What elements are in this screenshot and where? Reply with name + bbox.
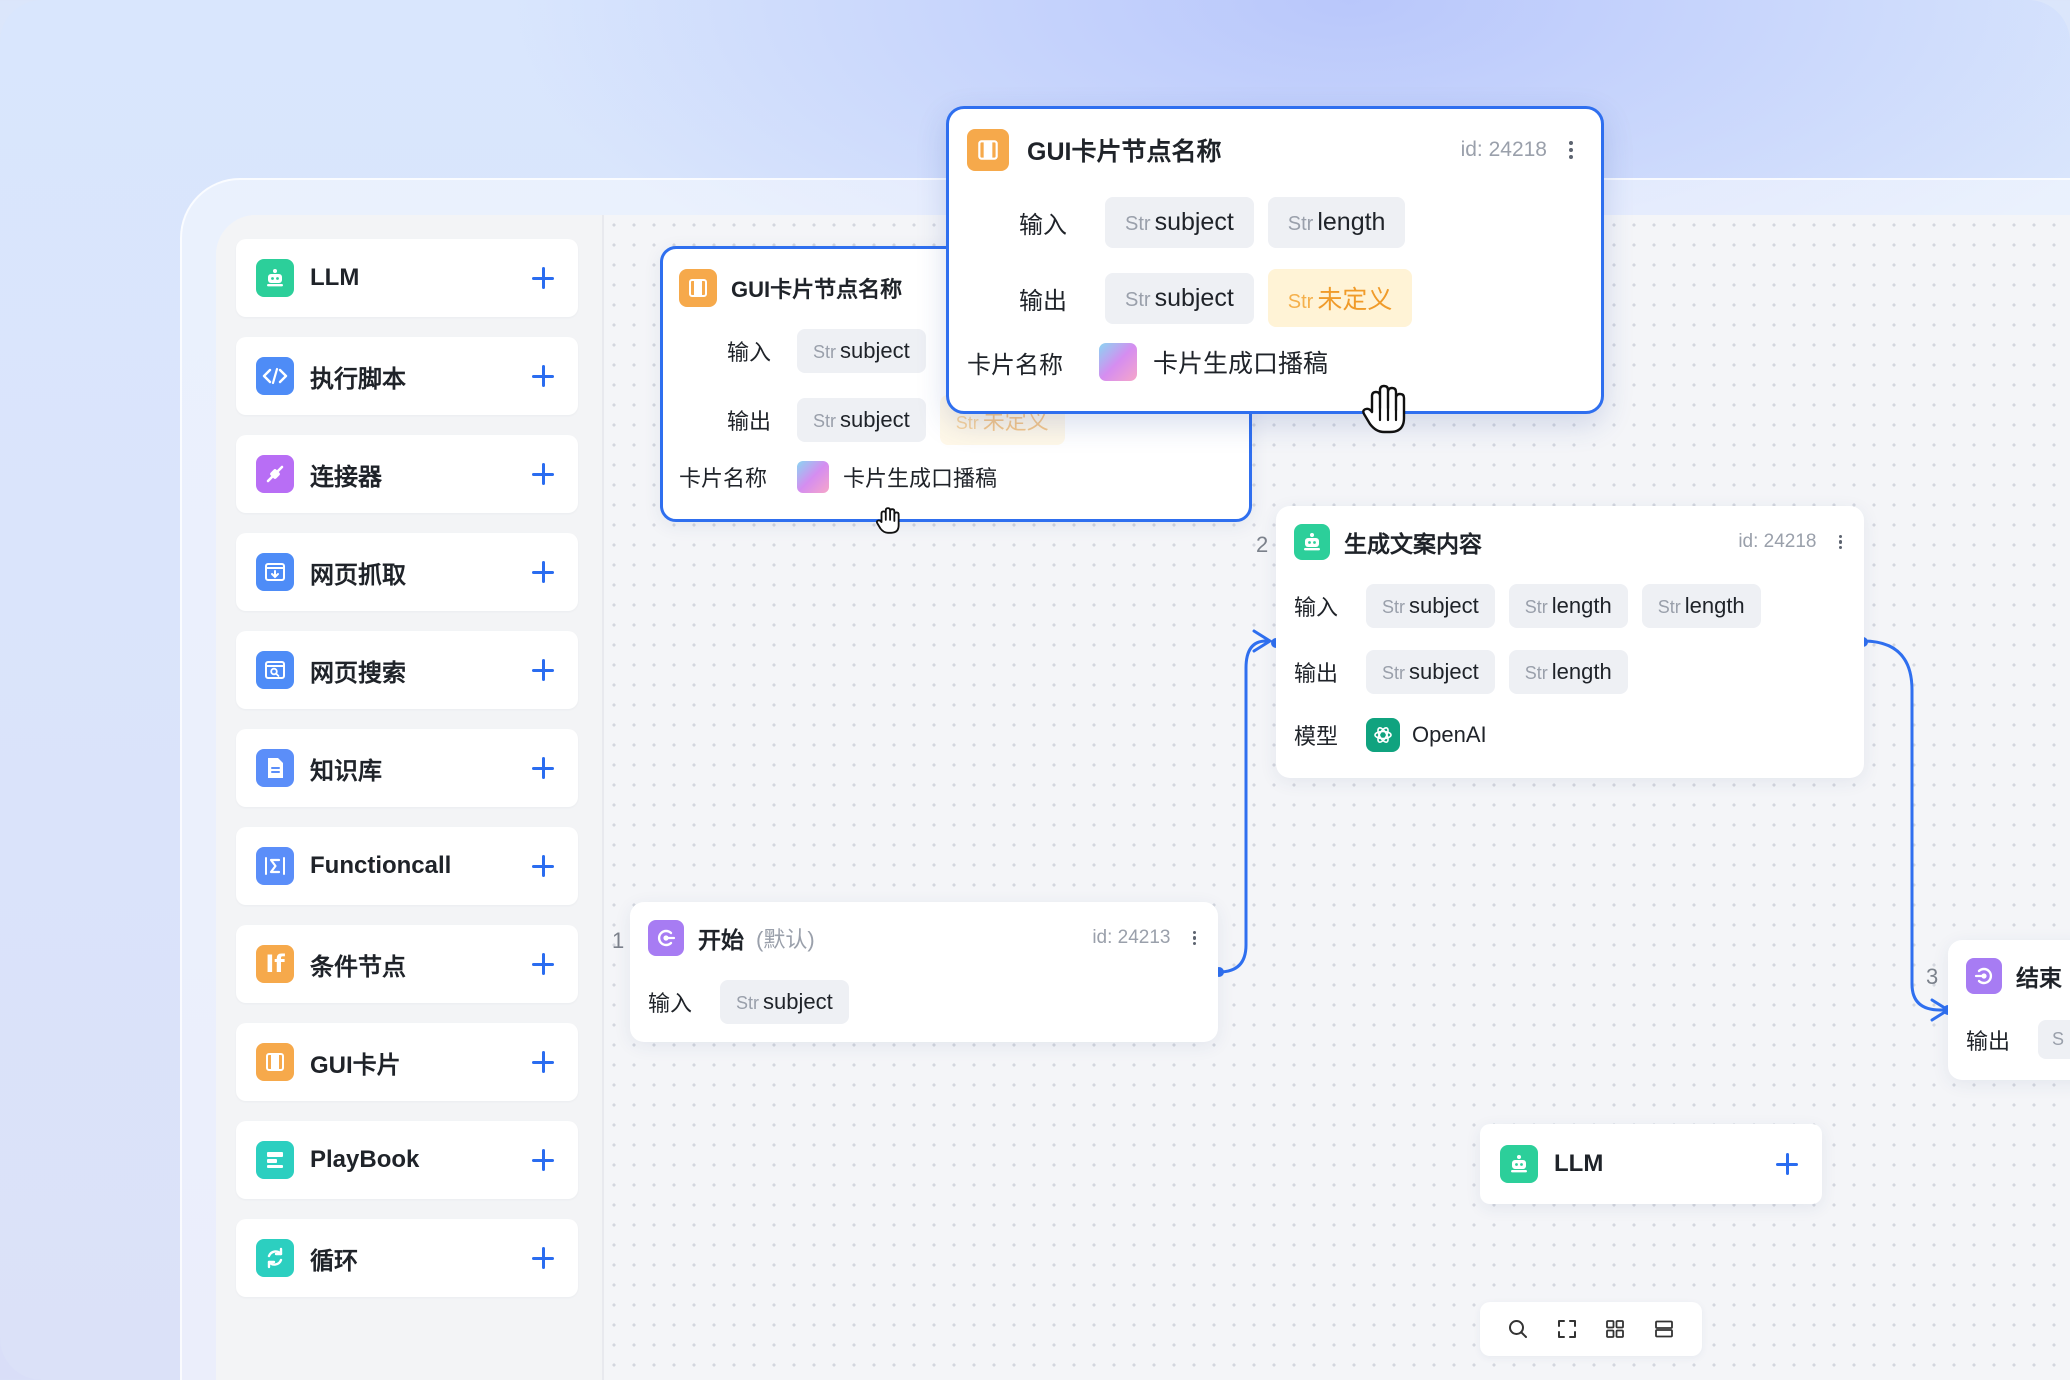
robot-icon xyxy=(1294,524,1330,560)
output-tag-undefined[interactable]: Str 未定义 xyxy=(1267,269,1413,327)
list-layout-icon[interactable] xyxy=(1651,1316,1677,1342)
input-tag[interactable]: Str length xyxy=(1508,584,1628,628)
output-label: 输出 xyxy=(1294,661,1339,686)
input-tag[interactable]: Str subject xyxy=(797,329,926,373)
node-subtitle: (默认) xyxy=(756,927,815,952)
model-value: OpenAI xyxy=(1412,722,1487,747)
more-options-icon[interactable] xyxy=(1192,930,1196,946)
card-thumbnail-icon xyxy=(797,461,829,493)
input-label: 输入 xyxy=(1019,212,1067,239)
input-label: 输入 xyxy=(648,991,693,1016)
grid-layout-icon[interactable] xyxy=(1602,1316,1628,1342)
card-name-value: 卡片生成口播稿 xyxy=(843,466,998,491)
add-icon[interactable] xyxy=(1774,1151,1800,1177)
model-label: 模型 xyxy=(1294,724,1339,749)
step-number: 3 xyxy=(1926,964,1939,989)
end-icon xyxy=(1966,958,2002,994)
gui-card-node[interactable]: GUI卡片节点名称 id: 24218 输入 Str subject Str len… xyxy=(946,106,1604,414)
node-id: id: 24218 xyxy=(1460,138,1547,161)
node-title: GUI卡片节点名称 xyxy=(731,277,903,302)
output-label: 输出 xyxy=(727,409,772,434)
start-icon xyxy=(648,920,684,956)
node-title: 结束 xyxy=(2016,965,2062,991)
output-tag[interactable]: Str subject xyxy=(797,398,926,442)
input-tag[interactable]: Str subject xyxy=(1105,197,1254,248)
input-tag[interactable]: Str subject xyxy=(1366,584,1495,628)
end-node[interactable]: 结束 输出 S xyxy=(1948,940,2070,1080)
node-title: GUI卡片节点名称 xyxy=(1027,138,1222,166)
node-label: LLM xyxy=(1554,1150,1604,1177)
more-options-icon[interactable] xyxy=(1569,141,1573,159)
search-icon[interactable] xyxy=(1505,1316,1531,1342)
output-label: 输出 xyxy=(1966,1028,2011,1054)
input-label: 输入 xyxy=(727,340,772,365)
output-label: 输出 xyxy=(1019,287,1067,315)
step-number: 1 xyxy=(612,928,625,953)
input-tag[interactable]: Str length xyxy=(1267,197,1406,248)
card-icon xyxy=(679,269,717,307)
fullscreen-icon[interactable] xyxy=(1554,1316,1580,1342)
card-icon xyxy=(967,129,1009,171)
start-node[interactable]: 开始 (默认) id: 24213 输入 Str subject xyxy=(630,902,1218,1042)
output-tag[interactable]: Str subject xyxy=(1366,650,1495,694)
card-name-label: 卡片名称 xyxy=(967,351,1063,379)
more-options-icon[interactable] xyxy=(1838,534,1842,550)
output-tag[interactable]: Str subject xyxy=(1105,272,1254,324)
node-title: 生成文案内容 xyxy=(1344,531,1482,557)
openai-icon xyxy=(1366,718,1400,752)
node-title: 开始 xyxy=(698,927,744,953)
node-id: id: 24213 xyxy=(1092,927,1171,948)
dragging-llm-node[interactable]: LLM xyxy=(1480,1124,1822,1204)
card-name-label: 卡片名称 xyxy=(679,466,768,491)
input-label: 输入 xyxy=(1294,595,1339,620)
input-tag[interactable]: Str length xyxy=(1641,584,1761,628)
generate-copy-node[interactable]: 生成文案内容 id: 24218 输入 Str subject Str length… xyxy=(1276,506,1864,778)
output-tag[interactable]: S xyxy=(2038,1020,2070,1059)
grab-cursor-icon xyxy=(875,507,900,534)
card-name-value: 卡片生成口播稿 xyxy=(1153,350,1329,378)
canvas-toolbar xyxy=(1480,1302,1702,1356)
output-tag[interactable]: Str length xyxy=(1508,650,1628,694)
input-tag[interactable]: Str subject xyxy=(720,980,849,1024)
grab-cursor-icon xyxy=(1362,384,1406,434)
step-number: 2 xyxy=(1256,532,1269,557)
robot-icon xyxy=(1500,1145,1538,1183)
card-thumbnail-icon xyxy=(1099,343,1137,381)
node-id: id: 24218 xyxy=(1738,531,1817,552)
